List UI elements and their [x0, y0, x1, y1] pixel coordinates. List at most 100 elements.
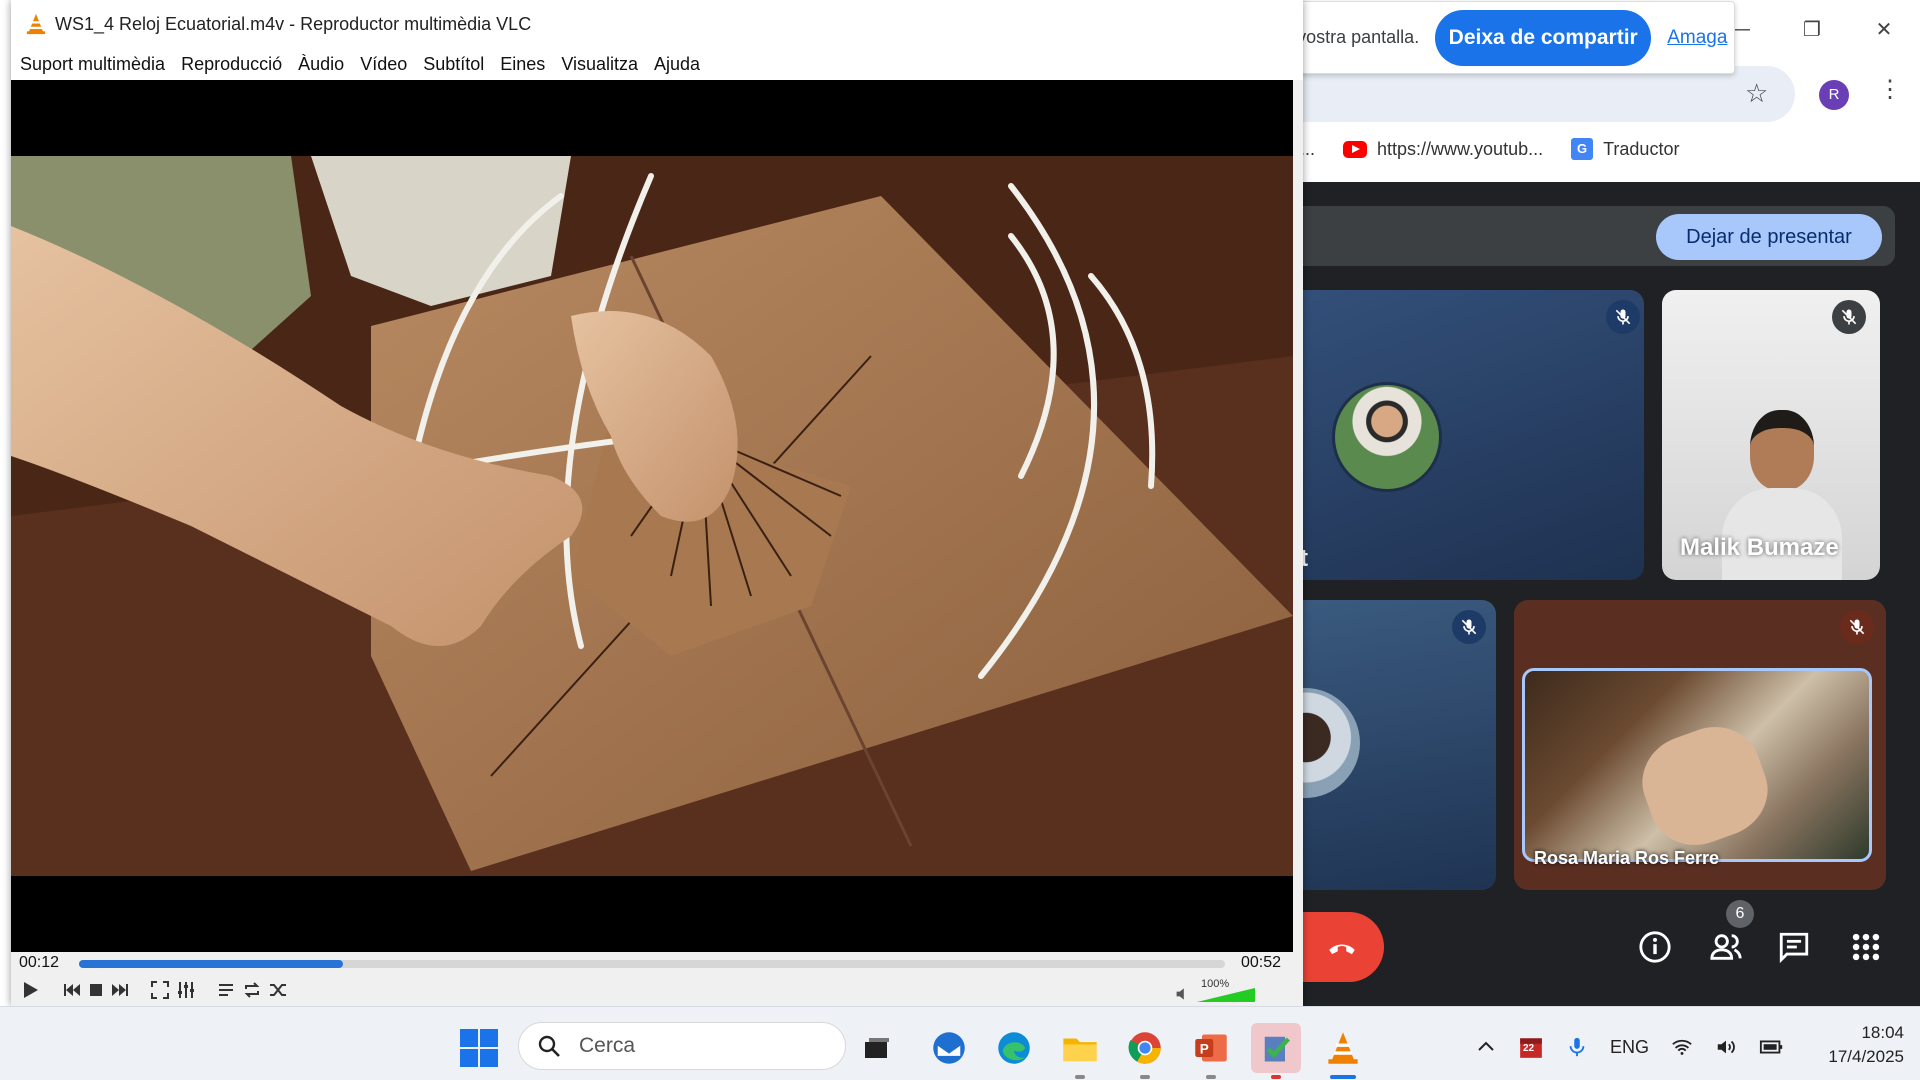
participant-tile[interactable]: Rosa Maria Ros Ferre — [1514, 600, 1886, 890]
stop-presenting-button[interactable]: Dejar de presentar — [1656, 214, 1882, 260]
taskbar-clock[interactable]: 18:04 17/4/2025 — [1800, 1021, 1904, 1069]
powerpoint-button[interactable]: P — [1186, 1023, 1236, 1079]
menu-playback[interactable]: Reproducció — [181, 54, 282, 75]
vlc-window-title: WS1_4 Reloj Ecuatorial.m4v - Reproductor… — [55, 13, 532, 34]
participant-tile[interactable] — [1300, 600, 1496, 890]
extended-settings-button[interactable] — [173, 978, 199, 1002]
system-tray: 22 ENG — [1476, 1027, 1807, 1067]
vlc-icon — [1328, 1032, 1358, 1064]
mic-off-icon — [1832, 300, 1866, 334]
next-button[interactable] — [107, 978, 133, 1002]
clipboard-check-icon — [1264, 1036, 1291, 1062]
vlc-taskbar-button[interactable] — [1318, 1023, 1368, 1079]
chat-button[interactable] — [1771, 924, 1817, 970]
bookmark-youtube[interactable]: https://www.youtub... — [1343, 139, 1543, 160]
running-indicator — [1140, 1075, 1150, 1079]
volume-control[interactable]: 100% — [1175, 978, 1265, 1004]
menu-help[interactable]: Ajuda — [654, 54, 700, 75]
menu-audio[interactable]: Àudio — [298, 54, 344, 75]
previous-icon — [64, 984, 80, 996]
language-indicator[interactable]: ENG — [1610, 1037, 1649, 1058]
edge-icon — [998, 1032, 1030, 1064]
powerpoint-icon: P — [1195, 1034, 1227, 1062]
profile-avatar[interactable]: R — [1819, 80, 1849, 110]
clock-date: 17/4/2025 — [1828, 1047, 1904, 1066]
seek-bar[interactable] — [79, 960, 1225, 968]
battery-tray-button[interactable] — [1759, 1037, 1785, 1057]
thunderbird-button[interactable] — [924, 1023, 974, 1073]
wifi-tray-button[interactable] — [1671, 1036, 1693, 1058]
seek-progress-fill — [79, 960, 343, 968]
loop-button[interactable] — [239, 978, 265, 1002]
participant-video — [1522, 668, 1872, 862]
bookmark-youtube-label: https://www.youtub... — [1377, 138, 1544, 159]
participant-tile[interactable]: Malik Bumaze — [1662, 290, 1880, 580]
meet-call-area: Dejar de presentar t Malik Bumaze Rosa M… — [1300, 182, 1920, 1006]
edge-button[interactable] — [989, 1023, 1039, 1073]
active-indicator — [1330, 1075, 1356, 1079]
fullscreen-button[interactable] — [147, 978, 173, 1002]
bookmark-translator-label: Traductor — [1603, 138, 1680, 159]
mic-off-icon — [1452, 610, 1486, 644]
vlc-titlebar: WS1_4 Reloj Ecuatorial.m4v - Reproductor… — [11, 0, 1303, 48]
stop-icon — [90, 984, 102, 996]
menu-subtitle[interactable]: Subtítol — [423, 54, 484, 75]
info-icon — [1639, 931, 1671, 963]
volume-tray-button[interactable] — [1715, 1036, 1737, 1058]
people-button[interactable] — [1703, 924, 1749, 970]
calendar-tray-button[interactable]: 22 — [1518, 1034, 1544, 1060]
menu-view[interactable]: Visualitza — [561, 54, 638, 75]
vlc-menubar: Suport multimèdia Reproducció Àudio Víde… — [11, 48, 1303, 80]
checklist-app-button[interactable] — [1251, 1023, 1301, 1079]
bookmarks-bar: ... https://www.youtub... G Traductor — [1300, 132, 1707, 166]
meeting-info-button[interactable] — [1632, 924, 1678, 970]
participant-name: Rosa Maria Ros Ferre — [1534, 848, 1720, 868]
file-explorer-button[interactable] — [1055, 1023, 1105, 1079]
activities-button[interactable] — [1843, 924, 1889, 970]
more-menu-icon[interactable]: ⋮ — [1878, 78, 1902, 102]
next-icon — [112, 984, 128, 996]
play-button[interactable] — [17, 978, 43, 1002]
thunderbird-icon — [933, 1032, 965, 1064]
address-bar[interactable] — [1300, 66, 1795, 122]
tray-overflow-button[interactable] — [1476, 1037, 1496, 1057]
menu-video[interactable]: Vídeo — [360, 54, 407, 75]
volume-icon — [1717, 1040, 1735, 1054]
windows-start-icon[interactable] — [460, 1029, 498, 1067]
hangup-button[interactable] — [1300, 912, 1384, 982]
clock-time: 18:04 — [1861, 1023, 1904, 1042]
hide-link[interactable]: Amaga — [1667, 27, 1727, 49]
vlc-cone-icon — [26, 13, 46, 35]
microphone-icon — [1569, 1037, 1585, 1057]
menu-media[interactable]: Suport multimèdia — [20, 54, 165, 75]
running-indicator — [1271, 1075, 1281, 1079]
previous-button[interactable] — [59, 978, 85, 1002]
chrome-button[interactable] — [1120, 1023, 1170, 1079]
stop-sharing-button[interactable]: Deixa de compartir — [1435, 9, 1652, 66]
restore-button[interactable]: ❐ — [1776, 0, 1848, 58]
shuffle-button[interactable] — [265, 978, 291, 1002]
running-indicator — [1206, 1075, 1216, 1079]
stop-button[interactable] — [83, 978, 109, 1002]
apps-grid-icon — [1852, 933, 1880, 961]
loop-icon — [244, 982, 260, 998]
participants-count-badge: 6 — [1726, 900, 1754, 928]
volume-slider[interactable] — [1197, 988, 1255, 1002]
bookmark-translator[interactable]: G Traductor — [1571, 138, 1679, 160]
task-view-button[interactable] — [852, 1023, 902, 1073]
bookmark-star-icon[interactable]: ☆ — [1745, 78, 1768, 109]
menu-tools[interactable]: Eines — [500, 54, 545, 75]
google-translate-icon: G — [1571, 138, 1594, 160]
video-display[interactable] — [11, 80, 1293, 952]
microphone-tray-button[interactable] — [1566, 1036, 1588, 1058]
taskbar-search[interactable]: Cerca — [518, 1022, 846, 1070]
participant-tile[interactable]: t — [1300, 290, 1644, 580]
search-label: Cerca — [579, 1034, 636, 1057]
participant-avatar — [1300, 688, 1360, 798]
phone-hangup-icon — [1329, 944, 1355, 955]
close-button[interactable]: ✕ — [1848, 0, 1920, 58]
chevron-up-icon — [1478, 1041, 1494, 1051]
mic-off-icon — [1606, 300, 1640, 334]
speaker-icon — [1176, 988, 1184, 1000]
playlist-button[interactable] — [213, 978, 239, 1002]
